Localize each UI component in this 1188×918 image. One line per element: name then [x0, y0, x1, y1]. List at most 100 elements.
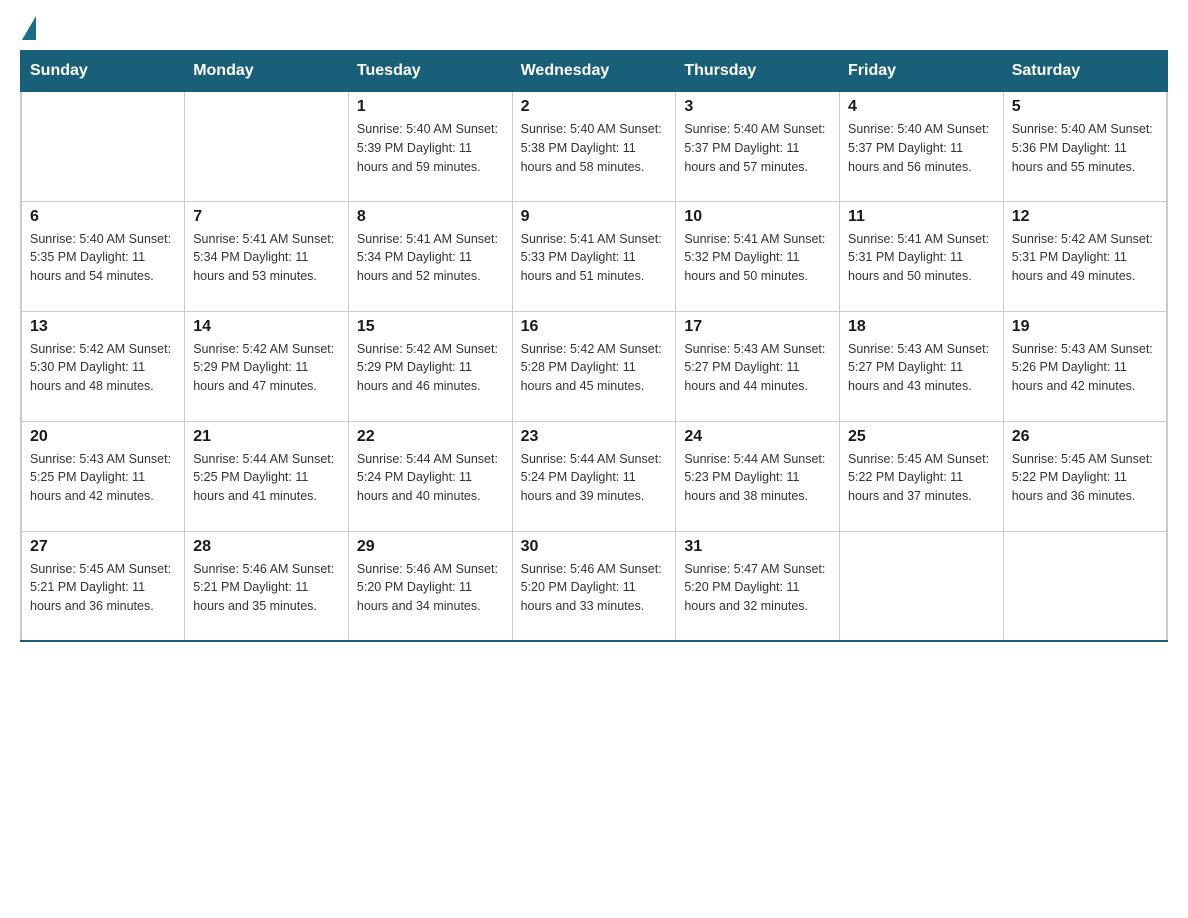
- day-number: 18: [848, 318, 995, 336]
- calendar-cell: 19 Sunrise: 5:43 AM Sunset: 5:26 PM Dayli…: [1003, 311, 1167, 421]
- calendar-cell: 8Sunrise: 5:41 AM Sunset: 5:34 PM Daylig…: [348, 201, 512, 311]
- day-info: Sunrise: 5:45 AM Sunset: 5:21 PM Dayligh…: [30, 560, 176, 616]
- calendar-cell: 4Sunrise: 5:40 AM Sunset: 5:37 PM Daylig…: [840, 91, 1004, 201]
- day-info: Sunrise: 5:43 AM Sunset: 5:26 PM Dayligh…: [1012, 340, 1158, 396]
- day-number: 19: [1012, 318, 1158, 336]
- day-info: Sunrise: 5:45 AM Sunset: 5:22 PM Dayligh…: [1012, 450, 1158, 506]
- logo: Blue: [20, 20, 40, 40]
- calendar-cell: 3Sunrise: 5:40 AM Sunset: 5:37 PM Daylig…: [676, 91, 840, 201]
- calendar-cell: 23 Sunrise: 5:44 AM Sunset: 5:24 PM Dayli…: [512, 421, 676, 531]
- week-row-5: 27 Sunrise: 5:45 AM Sunset: 5:21 PM Dayli…: [21, 531, 1167, 641]
- col-header-tuesday: Tuesday: [348, 51, 512, 91]
- day-info: Sunrise: 5:43 AM Sunset: 5:25 PM Dayligh…: [30, 450, 176, 506]
- calendar-cell: 13 Sunrise: 5:42 AM Sunset: 5:30 PM Dayli…: [21, 311, 185, 421]
- day-number: 15: [357, 318, 504, 336]
- col-header-monday: Monday: [185, 51, 349, 91]
- day-number: 1: [357, 98, 504, 116]
- day-info: Sunrise: 5:40 AM Sunset: 5:38 PM Dayligh…: [521, 120, 668, 176]
- day-info: Sunrise: 5:46 AM Sunset: 5:21 PM Dayligh…: [193, 560, 340, 616]
- calendar-cell: 31 Sunrise: 5:47 AM Sunset: 5:20 PM Dayli…: [676, 531, 840, 641]
- day-info: Sunrise: 5:44 AM Sunset: 5:25 PM Dayligh…: [193, 450, 340, 506]
- day-number: 26: [1012, 428, 1158, 446]
- day-number: 7: [193, 208, 340, 226]
- days-of-week-row: SundayMondayTuesdayWednesdayThursdayFrid…: [21, 51, 1167, 91]
- day-info: Sunrise: 5:44 AM Sunset: 5:24 PM Dayligh…: [357, 450, 504, 506]
- calendar-cell: 20 Sunrise: 5:43 AM Sunset: 5:25 PM Dayli…: [21, 421, 185, 531]
- calendar-cell: 21 Sunrise: 5:44 AM Sunset: 5:25 PM Dayli…: [185, 421, 349, 531]
- calendar-cell: [1003, 531, 1167, 641]
- day-info: Sunrise: 5:40 AM Sunset: 5:37 PM Dayligh…: [684, 120, 831, 176]
- day-info: Sunrise: 5:42 AM Sunset: 5:29 PM Dayligh…: [357, 340, 504, 396]
- calendar-cell: 25 Sunrise: 5:45 AM Sunset: 5:22 PM Dayli…: [840, 421, 1004, 531]
- calendar-cell: 1 Sunrise: 5:40 AM Sunset: 5:39 PM Daylig…: [348, 91, 512, 201]
- day-info: Sunrise: 5:42 AM Sunset: 5:30 PM Dayligh…: [30, 340, 176, 396]
- day-number: 27: [30, 538, 176, 556]
- calendar-cell: 16Sunrise: 5:42 AM Sunset: 5:28 PM Dayli…: [512, 311, 676, 421]
- day-number: 20: [30, 428, 176, 446]
- calendar-cell: 24 Sunrise: 5:44 AM Sunset: 5:23 PM Dayli…: [676, 421, 840, 531]
- day-number: 25: [848, 428, 995, 446]
- day-info: Sunrise: 5:44 AM Sunset: 5:24 PM Dayligh…: [521, 450, 668, 506]
- day-info: Sunrise: 5:40 AM Sunset: 5:35 PM Dayligh…: [30, 230, 176, 286]
- day-info: Sunrise: 5:44 AM Sunset: 5:23 PM Dayligh…: [684, 450, 831, 506]
- calendar-cell: 5 Sunrise: 5:40 AM Sunset: 5:36 PM Daylig…: [1003, 91, 1167, 201]
- calendar-cell: 17 Sunrise: 5:43 AM Sunset: 5:27 PM Dayli…: [676, 311, 840, 421]
- calendar-cell: 29 Sunrise: 5:46 AM Sunset: 5:20 PM Dayli…: [348, 531, 512, 641]
- day-info: Sunrise: 5:40 AM Sunset: 5:39 PM Dayligh…: [357, 120, 504, 176]
- day-info: Sunrise: 5:41 AM Sunset: 5:32 PM Dayligh…: [684, 230, 831, 286]
- calendar-cell: 14Sunrise: 5:42 AM Sunset: 5:29 PM Dayli…: [185, 311, 349, 421]
- calendar-cell: 12 Sunrise: 5:42 AM Sunset: 5:31 PM Dayli…: [1003, 201, 1167, 311]
- calendar-cell: [21, 91, 185, 201]
- day-info: Sunrise: 5:47 AM Sunset: 5:20 PM Dayligh…: [684, 560, 831, 616]
- week-row-1: 1 Sunrise: 5:40 AM Sunset: 5:39 PM Daylig…: [21, 91, 1167, 201]
- calendar-cell: 10 Sunrise: 5:41 AM Sunset: 5:32 PM Dayli…: [676, 201, 840, 311]
- day-number: 6: [30, 208, 176, 226]
- day-number: 8: [357, 208, 504, 226]
- col-header-thursday: Thursday: [676, 51, 840, 91]
- day-info: Sunrise: 5:42 AM Sunset: 5:31 PM Dayligh…: [1012, 230, 1158, 286]
- day-number: 17: [684, 318, 831, 336]
- calendar-table: SundayMondayTuesdayWednesdayThursdayFrid…: [20, 50, 1168, 642]
- calendar-cell: [185, 91, 349, 201]
- calendar-cell: 2 Sunrise: 5:40 AM Sunset: 5:38 PM Daylig…: [512, 91, 676, 201]
- col-header-sunday: Sunday: [21, 51, 185, 91]
- day-number: 28: [193, 538, 340, 556]
- week-row-3: 13 Sunrise: 5:42 AM Sunset: 5:30 PM Dayli…: [21, 311, 1167, 421]
- day-info: Sunrise: 5:40 AM Sunset: 5:36 PM Dayligh…: [1012, 120, 1158, 176]
- day-number: 31: [684, 538, 831, 556]
- day-info: Sunrise: 5:41 AM Sunset: 5:31 PM Dayligh…: [848, 230, 995, 286]
- day-info: Sunrise: 5:45 AM Sunset: 5:22 PM Dayligh…: [848, 450, 995, 506]
- calendar-cell: 27 Sunrise: 5:45 AM Sunset: 5:21 PM Dayli…: [21, 531, 185, 641]
- day-number: 4: [848, 98, 995, 116]
- day-info: Sunrise: 5:46 AM Sunset: 5:20 PM Dayligh…: [521, 560, 668, 616]
- day-number: 5: [1012, 98, 1158, 116]
- calendar-cell: 15 Sunrise: 5:42 AM Sunset: 5:29 PM Dayli…: [348, 311, 512, 421]
- day-number: 24: [684, 428, 831, 446]
- day-info: Sunrise: 5:46 AM Sunset: 5:20 PM Dayligh…: [357, 560, 504, 616]
- calendar-cell: 7 Sunrise: 5:41 AM Sunset: 5:34 PM Daylig…: [185, 201, 349, 311]
- day-info: Sunrise: 5:41 AM Sunset: 5:34 PM Dayligh…: [193, 230, 340, 286]
- calendar-cell: 26 Sunrise: 5:45 AM Sunset: 5:22 PM Dayli…: [1003, 421, 1167, 531]
- day-number: 10: [684, 208, 831, 226]
- calendar-cell: 9Sunrise: 5:41 AM Sunset: 5:33 PM Daylig…: [512, 201, 676, 311]
- day-number: 16: [521, 318, 668, 336]
- calendar-cell: 30Sunrise: 5:46 AM Sunset: 5:20 PM Dayli…: [512, 531, 676, 641]
- day-number: 23: [521, 428, 668, 446]
- day-number: 2: [521, 98, 668, 116]
- day-info: Sunrise: 5:43 AM Sunset: 5:27 PM Dayligh…: [684, 340, 831, 396]
- day-info: Sunrise: 5:41 AM Sunset: 5:33 PM Dayligh…: [521, 230, 668, 286]
- week-row-4: 20 Sunrise: 5:43 AM Sunset: 5:25 PM Dayli…: [21, 421, 1167, 531]
- calendar-cell: [840, 531, 1004, 641]
- day-number: 13: [30, 318, 176, 336]
- day-number: 11: [848, 208, 995, 226]
- day-number: 21: [193, 428, 340, 446]
- day-number: 12: [1012, 208, 1158, 226]
- day-number: 14: [193, 318, 340, 336]
- day-number: 29: [357, 538, 504, 556]
- calendar-cell: 28 Sunrise: 5:46 AM Sunset: 5:21 PM Dayli…: [185, 531, 349, 641]
- calendar-cell: 22Sunrise: 5:44 AM Sunset: 5:24 PM Dayli…: [348, 421, 512, 531]
- calendar-body: 1 Sunrise: 5:40 AM Sunset: 5:39 PM Daylig…: [21, 91, 1167, 641]
- calendar-cell: 6 Sunrise: 5:40 AM Sunset: 5:35 PM Daylig…: [21, 201, 185, 311]
- col-header-saturday: Saturday: [1003, 51, 1167, 91]
- col-header-friday: Friday: [840, 51, 1004, 91]
